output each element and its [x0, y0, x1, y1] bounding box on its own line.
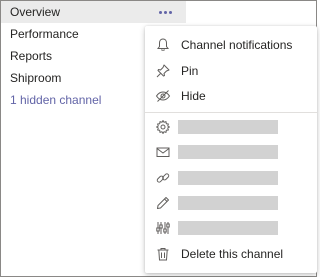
menu-item-channel-notifications[interactable]: Channel notifications — [145, 33, 317, 57]
bell-icon — [157, 38, 169, 51]
channel-item-label: Shiproom — [10, 71, 62, 85]
menu-item-label: Channel notifications — [181, 38, 293, 52]
channel-item-label: Overview — [10, 5, 61, 19]
menu-divider — [145, 112, 317, 113]
menu-item-label: Pin — [181, 64, 199, 78]
menu-item-label: Delete this channel — [181, 247, 284, 261]
menu-item-link[interactable] — [145, 166, 317, 190]
dot — [158, 10, 162, 14]
menu-item-placeholder — [178, 221, 278, 235]
link-icon — [156, 173, 170, 183]
menu-item-placeholder — [178, 196, 278, 210]
mail-icon — [156, 147, 170, 157]
menu-item-edit[interactable] — [145, 191, 317, 215]
hide-icon — [155, 90, 171, 102]
menu-item-email[interactable] — [145, 140, 317, 164]
pin-icon — [156, 64, 170, 78]
more-options-button[interactable] — [156, 5, 174, 19]
menu-item-hide[interactable]: Hide — [145, 84, 317, 108]
menu-item-placeholder — [178, 171, 278, 185]
channel-item-label: Performance — [10, 27, 79, 41]
dot — [168, 10, 172, 14]
menu-item-connectors[interactable] — [145, 216, 317, 240]
dot — [163, 10, 167, 14]
connectors-icon — [156, 222, 170, 234]
channel-context-menu: Channel notifications Pin Hide Delete th… — [145, 26, 317, 273]
trash-icon — [157, 248, 169, 261]
gear-icon — [156, 120, 170, 134]
menu-item-label: Hide — [181, 89, 206, 103]
menu-item-placeholder — [178, 145, 278, 159]
menu-item-manage-channel[interactable] — [145, 115, 317, 139]
pencil-icon — [157, 197, 169, 209]
channel-item-label: Reports — [10, 49, 53, 63]
menu-item-delete-channel[interactable]: Delete this channel — [145, 242, 317, 266]
menu-item-pin[interactable]: Pin — [145, 59, 317, 83]
channel-item-overview[interactable]: Overview — [1, 1, 186, 23]
menu-item-placeholder — [178, 120, 278, 134]
hidden-channels-label: 1 hidden channel — [10, 93, 102, 107]
